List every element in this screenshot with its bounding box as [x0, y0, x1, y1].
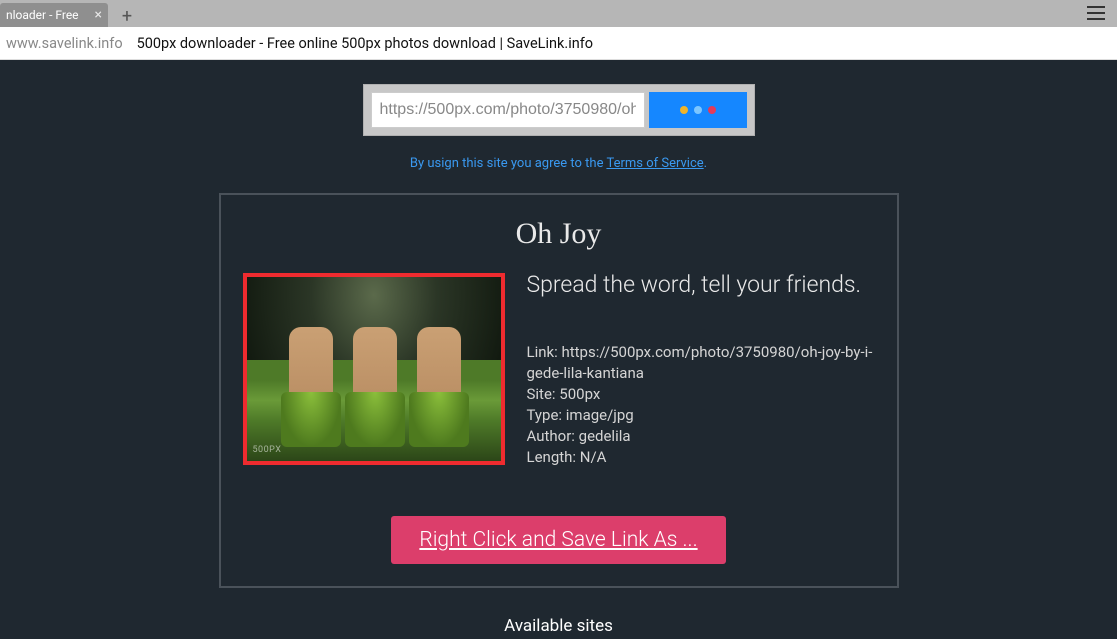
page-body: By usign this site you agree to the Term… — [0, 60, 1117, 639]
tos-suffix: . — [704, 156, 707, 171]
hamburger-menu-icon[interactable] — [1087, 6, 1105, 20]
meta-length: Length: N/A — [527, 447, 875, 468]
tos-prefix: By usign this site you agree to the — [410, 156, 607, 171]
available-sites-heading: Available sites — [0, 616, 1117, 636]
meta-link: Link: https://500px.com/photo/3750980/oh… — [527, 342, 875, 384]
url-input-card — [363, 84, 755, 136]
download-link-button[interactable]: Right Click and Save Link As ... — [391, 516, 725, 564]
loading-dot-icon — [708, 106, 716, 114]
watermark-text: 500PX — [253, 445, 282, 455]
new-tab-button[interactable]: + — [114, 5, 140, 27]
result-thumbnail[interactable]: 500PX — [243, 273, 505, 465]
meta-site: Site: 500px — [527, 384, 875, 405]
result-title: Oh Joy — [243, 217, 875, 251]
thumbnail-image: 500PX — [247, 277, 501, 461]
meta-type: Type: image/jpg — [527, 405, 875, 426]
source-url-input[interactable] — [371, 92, 645, 128]
browser-tab[interactable]: nloader - Free × — [0, 3, 108, 27]
spread-message: Spread the word, tell your friends. — [527, 271, 875, 298]
loading-dot-icon — [694, 106, 702, 114]
tos-notice: By usign this site you agree to the Term… — [0, 156, 1117, 171]
download-submit-button[interactable] — [649, 92, 747, 128]
tab-title: nloader - Free — [6, 8, 91, 22]
result-info: Spread the word, tell your friends. Link… — [527, 273, 875, 468]
result-card: Oh Joy 500PX Spread the word, tell your … — [219, 193, 899, 588]
result-row: 500PX Spread the word, tell your friends… — [243, 273, 875, 468]
url-page-title: 500px downloader - Free online 500px pho… — [137, 35, 593, 52]
meta-author: Author: gedelila — [527, 426, 875, 447]
download-button-row: Right Click and Save Link As ... — [243, 516, 875, 564]
address-bar[interactable]: www.savelink.info 500px downloader - Fre… — [0, 27, 1117, 60]
url-host: www.savelink.info — [6, 35, 123, 52]
close-tab-icon[interactable]: × — [95, 7, 102, 23]
tos-link[interactable]: Terms of Service — [606, 156, 703, 171]
loading-dot-icon — [680, 106, 688, 114]
browser-tab-strip: nloader - Free × + — [0, 0, 1117, 27]
